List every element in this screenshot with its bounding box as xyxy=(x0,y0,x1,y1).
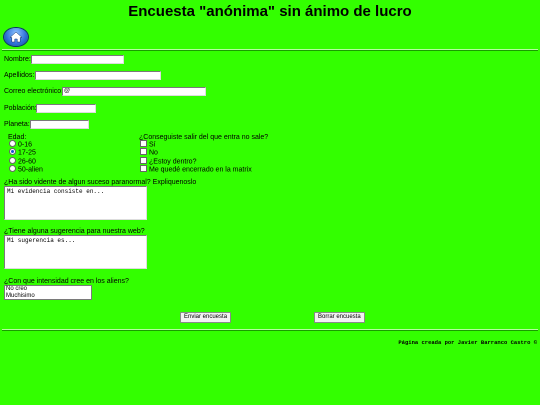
planeta-field[interactable] xyxy=(30,120,89,129)
sugerencia-textarea[interactable]: Mi sugerencia es... xyxy=(4,235,147,269)
submit-button[interactable]: Enviar encuesta xyxy=(180,312,232,323)
checkbox[interactable] xyxy=(140,148,147,155)
footer-credit: Página creada por Javier Barranco Castro… xyxy=(398,339,537,346)
bottom-divider xyxy=(2,329,538,331)
radio-button[interactable] xyxy=(9,157,16,164)
checkbox[interactable] xyxy=(140,157,147,164)
salir-label: ¿Conseguiste salir del que entra no sale… xyxy=(139,134,269,141)
correo-label: Correo electrónico: xyxy=(4,88,64,95)
intensidad-listbox[interactable]: No creo Muchisimo xyxy=(4,285,92,300)
evidencia-textarea[interactable]: Mi evidencia consiste en... xyxy=(4,186,147,220)
radio-button[interactable] xyxy=(9,165,16,172)
radio-button-selected[interactable] xyxy=(9,148,16,155)
nombre-field[interactable] xyxy=(31,55,124,64)
home-icon[interactable] xyxy=(4,28,28,46)
reset-button[interactable]: Borrar encuesta xyxy=(314,312,365,323)
listbox-option[interactable]: No creo xyxy=(6,286,90,293)
page-title: Encuesta "anónima" sin ánimo de lucro xyxy=(128,3,412,20)
poblacion-field[interactable] xyxy=(36,104,96,113)
checkbox[interactable] xyxy=(140,165,147,172)
top-divider xyxy=(2,49,538,51)
apellidos-label: Apellidos: xyxy=(4,72,35,79)
planeta-label: Planeta: xyxy=(4,121,30,128)
apellidos-field[interactable] xyxy=(35,71,161,80)
email-field[interactable] xyxy=(62,87,206,96)
nombre-label: Nombre: xyxy=(4,56,31,63)
checkbox[interactable] xyxy=(140,140,147,147)
listbox-option[interactable]: Muchisimo xyxy=(6,293,90,300)
salir-option[interactable]: Me quedé encerrado en la matrix xyxy=(140,165,252,174)
edad-option[interactable]: 50-alien xyxy=(9,165,43,174)
poblacion-label: Población: xyxy=(4,105,37,112)
radio-button[interactable] xyxy=(9,140,16,147)
